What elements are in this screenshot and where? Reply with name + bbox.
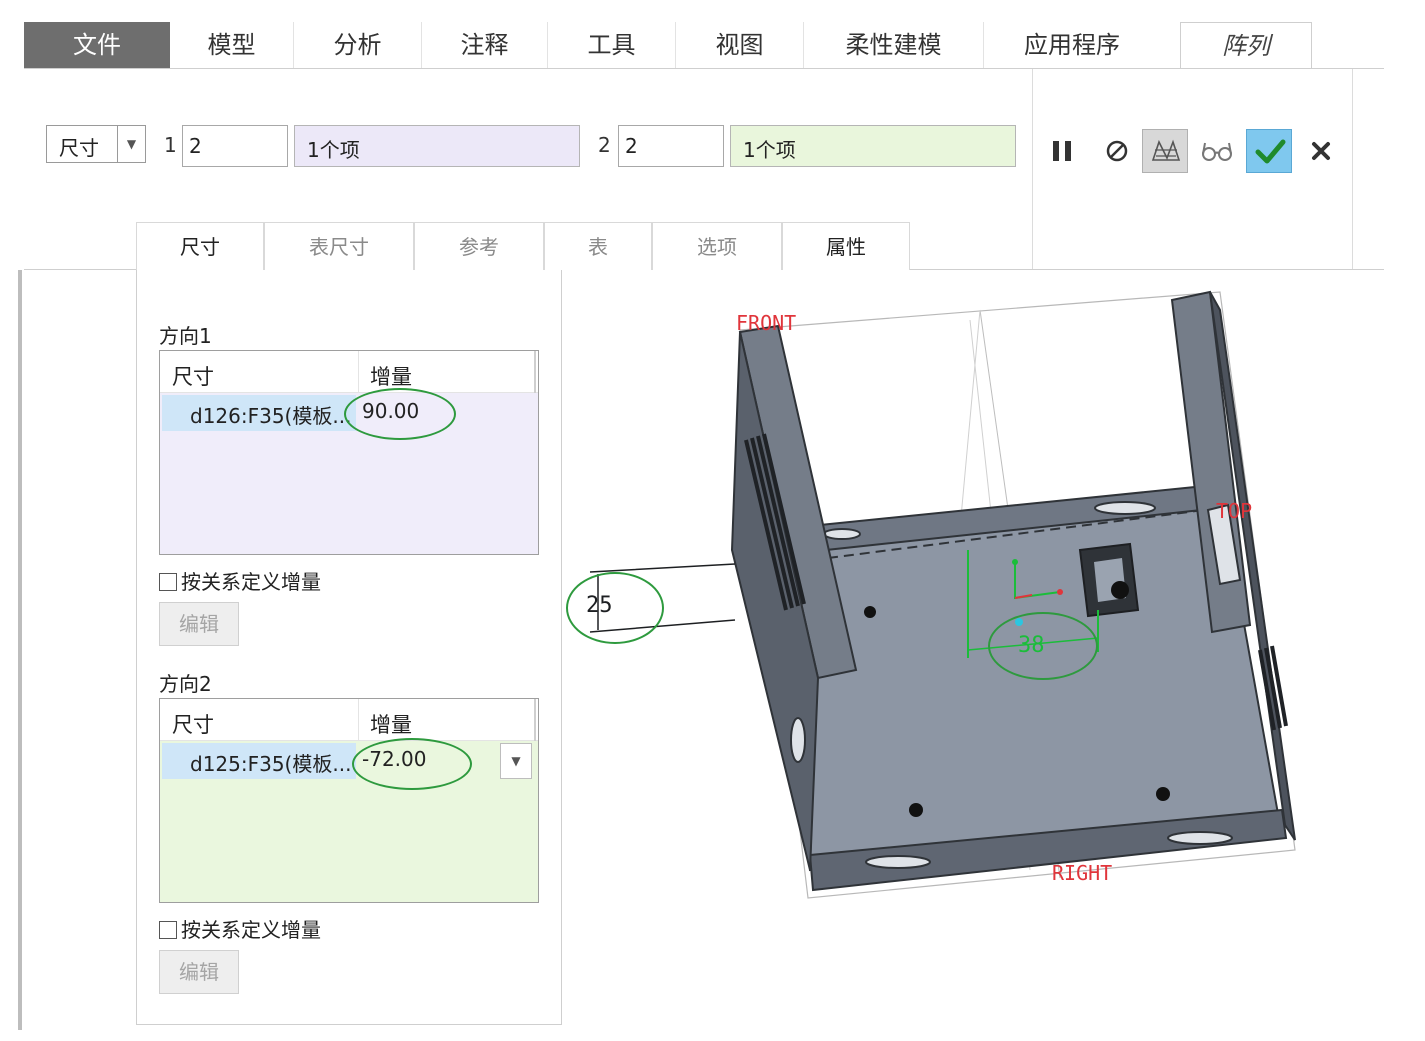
sheet-metal-part-model[interactable]: 38 25 FRONT TOP RIGHT <box>560 280 1410 930</box>
direction1-title: 方向1 <box>159 324 212 348</box>
cancel-icon[interactable] <box>1298 129 1344 173</box>
model-tree-edge <box>18 270 22 1030</box>
direction1-edit-button[interactable]: 编辑 <box>159 602 239 646</box>
dimensions-panel: 方向1 尺寸 增量 d126:F35(模板... 90.00 按关系定义增量 编… <box>136 270 562 1025</box>
pattern-feature-window: 文件 模型 分析 注释 工具 视图 柔性建模 应用程序 阵列 尺寸 ▼ 1 2 … <box>0 0 1425 1041</box>
direction2-edit-button[interactable]: 编辑 <box>159 950 239 994</box>
subtab-dimensions[interactable]: 尺寸 <box>136 222 264 270</box>
preview-icon[interactable] <box>1142 129 1188 173</box>
row-dimension[interactable]: d125:F35(模板... <box>162 743 356 779</box>
datum-top-label[interactable]: TOP <box>1216 499 1252 523</box>
table-row[interactable]: d125:F35(模板... -72.00 ▼ <box>162 743 536 779</box>
glasses-icon[interactable] <box>1194 129 1240 173</box>
direction2-relation-checkbox[interactable]: 按关系定义增量 <box>159 914 321 943</box>
column-increment: 增量 <box>370 713 412 737</box>
column-divider <box>358 699 359 741</box>
highlight-ellipse <box>344 388 456 440</box>
subtab-options[interactable]: 选项 <box>652 222 782 270</box>
tab-annotate[interactable]: 注释 <box>422 22 548 68</box>
tab-analysis[interactable]: 分析 <box>294 22 422 68</box>
row-dimension[interactable]: d126:F35(模板... <box>162 395 356 431</box>
pause-icon[interactable] <box>1040 129 1086 173</box>
dir1-count-input[interactable]: 2 <box>182 125 288 167</box>
dir1-label: 1 <box>164 133 177 157</box>
direction1-dimension-table[interactable]: 尺寸 增量 d126:F35(模板... 90.00 <box>159 350 539 555</box>
tab-pattern[interactable]: 阵列 <box>1180 22 1312 70</box>
graphics-viewport[interactable]: 38 25 FRONT TOP RIGHT <box>560 280 1410 930</box>
column-divider <box>534 351 536 393</box>
column-dimension: 尺寸 <box>172 713 214 737</box>
tab-file[interactable]: 文件 <box>24 22 170 68</box>
highlight-ellipse <box>352 738 472 790</box>
table-header: 尺寸 增量 <box>160 351 538 393</box>
checkbox-icon[interactable] <box>159 921 177 939</box>
datum-front-label[interactable]: FRONT <box>736 311 796 335</box>
subtab-properties[interactable]: 属性 <box>782 222 910 270</box>
subtab-references[interactable]: 参考 <box>414 222 544 270</box>
subtab-tables[interactable]: 表 <box>544 222 652 270</box>
tab-model[interactable]: 模型 <box>170 22 294 68</box>
tab-flexible-modeling[interactable]: 柔性建模 <box>804 22 984 68</box>
ribbon-tabs: 文件 模型 分析 注释 工具 视图 柔性建模 应用程序 阵列 <box>24 22 1384 70</box>
dir2-items-collector[interactable]: 1个项 <box>730 125 1016 167</box>
datum-right-label[interactable]: RIGHT <box>1052 861 1112 885</box>
dir2-count-input[interactable]: 2 <box>618 125 724 167</box>
tab-applications[interactable]: 应用程序 <box>984 22 1160 68</box>
column-divider <box>358 351 359 393</box>
column-dimension: 尺寸 <box>172 365 214 389</box>
dashboard-subtabs: 尺寸 表尺寸 参考 表 选项 属性 <box>136 222 910 270</box>
dir2-label: 2 <box>598 133 611 157</box>
checkbox-label: 按关系定义增量 <box>181 570 321 594</box>
checkbox-label: 按关系定义增量 <box>181 918 321 942</box>
direction2-dimension-table[interactable]: 尺寸 增量 d125:F35(模板... -72.00 ▼ <box>159 698 539 903</box>
checkbox-icon[interactable] <box>159 573 177 591</box>
tab-view[interactable]: 视图 <box>676 22 804 68</box>
chevron-down-icon[interactable]: ▼ <box>117 126 145 162</box>
highlight-ellipse <box>988 612 1098 680</box>
subtab-table-dimensions[interactable]: 表尺寸 <box>264 222 414 270</box>
highlight-ellipse <box>566 572 664 644</box>
chevron-down-icon[interactable]: ▼ <box>500 743 532 779</box>
ribbon-divider <box>1032 69 1033 269</box>
confirm-icon[interactable] <box>1246 129 1292 173</box>
column-increment: 增量 <box>370 365 412 389</box>
ribbon-divider <box>1352 69 1353 269</box>
dir1-items-collector[interactable]: 1个项 <box>294 125 580 167</box>
column-divider <box>534 699 536 741</box>
table-header: 尺寸 增量 <box>160 699 538 741</box>
pattern-type-select[interactable]: 尺寸 ▼ <box>46 125 146 163</box>
direction2-title: 方向2 <box>159 672 212 696</box>
no-preview-icon[interactable] <box>1094 129 1140 173</box>
direction1-relation-checkbox[interactable]: 按关系定义增量 <box>159 566 321 595</box>
pattern-type-value: 尺寸 <box>59 136 99 160</box>
tab-tools[interactable]: 工具 <box>548 22 676 68</box>
